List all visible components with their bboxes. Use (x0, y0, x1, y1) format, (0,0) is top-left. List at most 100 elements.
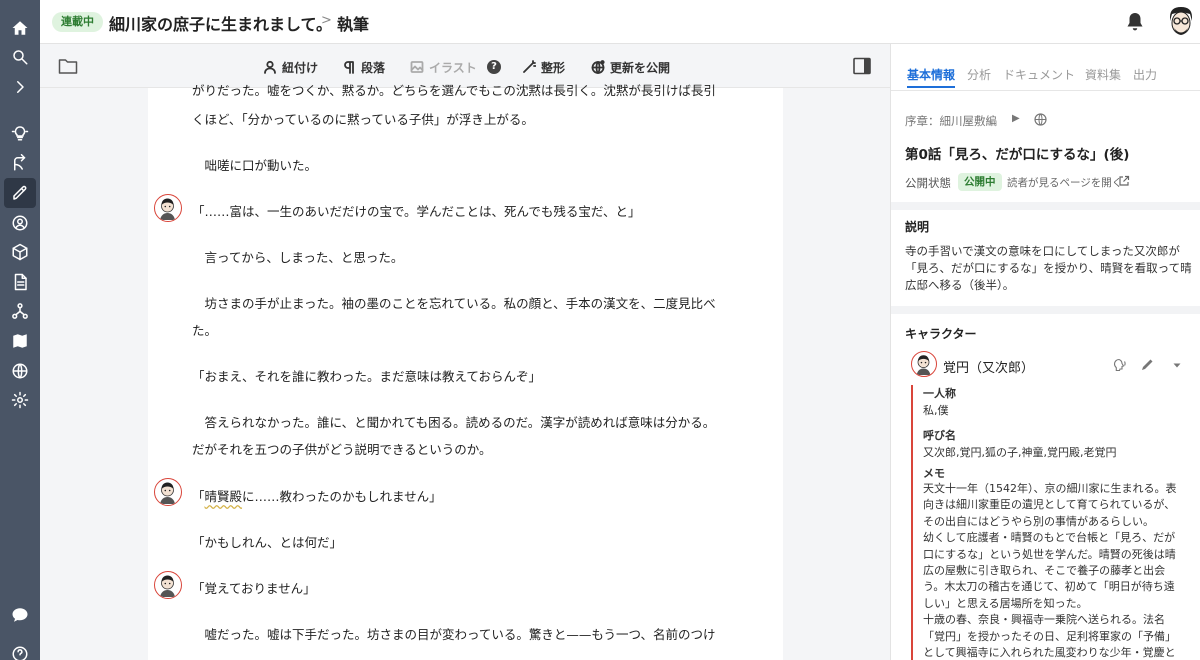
story-title[interactable]: 細川家の庶子に生まれまして。 (109, 11, 332, 35)
help-button[interactable]: ? (487, 58, 501, 76)
voice-icon[interactable] (1113, 358, 1127, 372)
publish-status-label: 公開状態 (905, 176, 951, 190)
speaker-avatar[interactable] (154, 571, 182, 599)
dialogue-line[interactable]: 「かもしれん、とは何だ」 (192, 532, 342, 551)
tab-materials[interactable]: 資料集 (1085, 66, 1121, 83)
person-icon[interactable] (8, 211, 32, 235)
text-line[interactable]: 嘘だった。嘘は下手だった。坊さまの目が変わっている。驚きと——もう一つ、名前のつ… (192, 624, 716, 643)
edit-pencil-icon[interactable] (1140, 358, 1154, 372)
document-icon[interactable] (8, 270, 32, 294)
speaker-avatar[interactable] (154, 194, 182, 222)
character-face-icon (916, 355, 931, 375)
panel-toggle-icon[interactable] (853, 57, 871, 75)
left-rail (0, 0, 40, 660)
speaker-avatar[interactable] (154, 478, 182, 506)
character-detail: 一人称 私,僕 呼び名 又次郎,覚円,狐の子,神童,覚円殿,老覚円 メモ 天文十… (911, 385, 1199, 660)
character-name[interactable]: 覚円（又次郎） (943, 357, 1034, 376)
format-button[interactable]: 整形 (522, 58, 565, 76)
character-face-icon (160, 575, 175, 597)
expand-icon[interactable] (8, 75, 32, 99)
memo-line: う。木太刀の稽古を通じて、初めて「明日が待ち遠 (923, 580, 1175, 594)
user-avatar[interactable] (1166, 5, 1196, 39)
cube-icon[interactable] (8, 240, 32, 264)
link-character-label: 紐付け (282, 60, 319, 75)
episode-description[interactable]: 寺の手習いで漢文の意味を口にしてしまった又次郎が「見ろ、だが口にするな」を授かり… (905, 243, 1195, 294)
text-line[interactable]: 坊さまの手が止まった。袖の墨のことを忘れている。私の顔と、手本の漢文を、二度見比… (192, 293, 716, 312)
magic-wand-icon (523, 60, 536, 73)
memo-line: 広の屋敷に引き取られ、そこで養子の藤孝と出会 (923, 564, 1166, 578)
memo-line: 向きは細川家重臣の遺児として育てられているが、 (923, 498, 1176, 512)
globe-publish-icon (591, 60, 605, 74)
gear-icon[interactable] (8, 388, 32, 412)
text-line[interactable]: 言ってから、しまった、と思った。 (192, 247, 404, 266)
breadcrumb-separator: > (321, 13, 332, 28)
link-character-button[interactable]: 紐付け (263, 58, 318, 76)
home-icon[interactable] (8, 16, 32, 40)
lightbulb-icon[interactable] (8, 121, 32, 145)
illustration-button[interactable]: イラスト (410, 58, 477, 76)
character-face-icon (160, 198, 175, 220)
memo-line: 天文十一年（1542年）、京の細川家に生まれる。表 (923, 482, 1177, 495)
paragraph-icon (344, 61, 354, 74)
tab-documents[interactable]: ドキュメント (1003, 66, 1075, 83)
dialogue-rest: に……教わったのかもしれません」 (242, 489, 442, 504)
called-label: 呼び名 (923, 429, 956, 442)
search-icon[interactable] (8, 45, 32, 69)
info-panel: 基本情報 分析 ドキュメント 資料集 出力 序章：細川屋敷編 ▶ 第0話「見ろ、… (890, 44, 1200, 660)
spellcheck-flag[interactable]: 晴賢殿 (205, 489, 243, 504)
branch-icon[interactable] (8, 151, 32, 175)
dialogue-line[interactable]: 「……富は、一生のあいだだけの宝で。学んだことは、死んでも残る宝だ、と」 (192, 201, 641, 220)
breadcrumb-current: 執筆 (337, 15, 370, 34)
chapter-label[interactable]: 序章：細川屋敷編 (905, 113, 997, 129)
external-link-icon[interactable] (1118, 175, 1130, 187)
first-person-value: 私,僕 (923, 404, 949, 417)
format-label: 整形 (541, 60, 566, 75)
chat-icon[interactable] (8, 603, 32, 627)
characters-heading: キャラクター (905, 327, 977, 341)
memo-label: メモ (923, 467, 945, 480)
map-icon[interactable] (8, 329, 32, 353)
text-line[interactable]: 咄嗟に口が動いた。 (192, 155, 318, 174)
text-line[interactable]: 答えられなかった。誰に、と聞かれても困る。読めるのだ。漢字が読めれば意味は分かる… (192, 412, 716, 431)
tab-analysis[interactable]: 分析 (967, 66, 991, 83)
text-line[interactable]: た。 (192, 320, 217, 339)
memo-line: しい」と思える居場所を知った。 (923, 596, 1088, 610)
text-line[interactable]: くほど、「分かっているのに黙っている子供」が浮き上がる。 (192, 109, 534, 128)
tab-output[interactable]: 出力 (1133, 66, 1157, 83)
text-line[interactable]: だがそれを五つの子供がどう説明できるというのか。 (192, 439, 492, 458)
dialogue-line[interactable]: 「覚えておりません」 (192, 578, 316, 597)
chevron-right-icon: ▶ (1012, 113, 1020, 124)
first-person-label: 一人称 (923, 387, 956, 400)
image-icon (410, 61, 424, 73)
publish-update-button[interactable]: 更新を公開 (591, 58, 670, 76)
tab-basic-info[interactable]: 基本情報 (907, 66, 955, 83)
memo-line: 幼くして庇護者・晴賢のもとで台帳と「見ろ、だが (923, 531, 1176, 545)
caret-down-icon[interactable] (1170, 358, 1184, 372)
bell-icon[interactable] (1126, 12, 1144, 32)
pen-icon[interactable] (4, 178, 36, 208)
section-separator (891, 202, 1200, 210)
dialogue-line[interactable]: 「おまえ、それを誰に教わった。まだ意味は教えておらんぞ」 (192, 366, 541, 385)
globe-icon[interactable] (8, 359, 32, 383)
character-memo: 天文十一年（1542年）、京の細川家に生まれる。表 向きは細川家重臣の遺児として… (923, 481, 1193, 660)
person-outline-icon (264, 60, 276, 74)
episode-title[interactable]: 第0話「見ろ、だが口にするな」(後) (905, 143, 1129, 163)
illustration-label: イラスト (429, 60, 477, 75)
reader-page-link[interactable]: 読者が見るページを開く (1007, 175, 1122, 190)
text-line[interactable]: がりだった。嘘をつくか、黙るか。どちらを選んでもこの沈黙は長引く。沈黙が長引けば… (192, 80, 716, 99)
tab-divider (891, 90, 1200, 91)
character-face-icon (160, 482, 175, 504)
network-icon[interactable] (8, 299, 32, 323)
folder-icon[interactable] (58, 57, 78, 75)
active-tab-indicator (907, 86, 955, 88)
dialogue-open-quote: 「 (192, 489, 205, 504)
paragraph-button[interactable]: 段落 (342, 58, 385, 76)
memo-line: 「覚円」を授かったその日、足利将軍家の「予備」 (923, 629, 1176, 643)
dialogue-line[interactable]: 「晴賢殿に……教わったのかもしれません」 (192, 486, 442, 505)
character-avatar[interactable] (911, 351, 937, 377)
memo-line: その出自にはどうやら別の事情があるらしい。 (923, 514, 1154, 528)
publish-update-label: 更新を公開 (610, 60, 671, 75)
called-value: 又次郎,覚円,狐の子,神童,覚円殿,老覚円 (923, 446, 1117, 459)
help-icon[interactable] (8, 642, 32, 660)
memo-line: 十歳の春、奈良・興福寺一乗院へ送られる。法名 (923, 613, 1165, 627)
